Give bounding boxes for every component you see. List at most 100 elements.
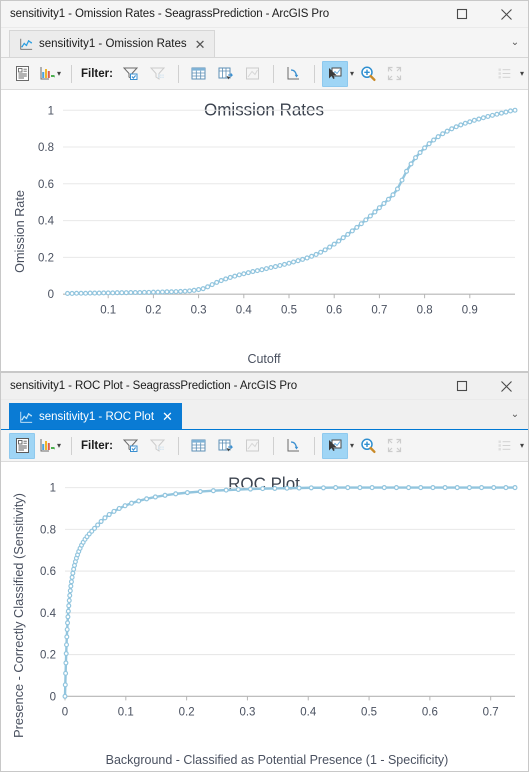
window-title: sensitivity1 - ROC Plot - SeagrassPredic… bbox=[10, 380, 298, 392]
tab-roc-plot[interactable]: sensitivity1 - ROC Plot ✕ bbox=[9, 403, 182, 429]
toolbar-separator bbox=[177, 436, 179, 455]
titlebar-roc: sensitivity1 - ROC Plot - SeagrassPredic… bbox=[1, 373, 528, 400]
zoom-to-selection-button[interactable] bbox=[240, 433, 266, 459]
window-controls bbox=[440, 1, 528, 27]
tab-omission-rates[interactable]: sensitivity1 - Omission Rates ✕ bbox=[9, 30, 215, 57]
toolbar-separator bbox=[71, 436, 73, 455]
svg-text:0: 0 bbox=[50, 690, 57, 703]
svg-text:0.4: 0.4 bbox=[300, 706, 317, 719]
sort-button[interactable] bbox=[281, 433, 307, 459]
omission-series-line bbox=[66, 109, 517, 295]
svg-text:0.6: 0.6 bbox=[326, 304, 342, 316]
select-related-button[interactable] bbox=[213, 433, 239, 459]
toolbar-separator bbox=[272, 64, 274, 83]
legend-button[interactable] bbox=[492, 61, 518, 87]
tab-close-icon[interactable]: ✕ bbox=[162, 410, 173, 423]
filter-selection-button[interactable] bbox=[118, 433, 144, 459]
tab-label: sensitivity1 - Omission Rates bbox=[39, 38, 187, 50]
maximize-button[interactable] bbox=[440, 1, 484, 27]
tabstrip-roc: sensitivity1 - ROC Plot ✕ ⌄ bbox=[1, 400, 528, 430]
svg-text:0.9: 0.9 bbox=[462, 304, 478, 316]
svg-text:0.2: 0.2 bbox=[38, 252, 54, 264]
x-tick-labels: 0.1 0.2 0.3 0.4 0.5 0.6 0.7 0.8 0.9 bbox=[100, 304, 478, 316]
chevron-down-icon[interactable]: ▾ bbox=[520, 69, 524, 78]
select-related-button[interactable] bbox=[213, 61, 239, 87]
properties-button[interactable] bbox=[9, 432, 35, 459]
svg-text:0.2: 0.2 bbox=[40, 649, 56, 662]
open-table-button[interactable] bbox=[186, 61, 212, 87]
filter-selection-button[interactable] bbox=[118, 61, 144, 87]
chart-line-icon bbox=[20, 411, 33, 423]
svg-text:0: 0 bbox=[48, 289, 54, 301]
svg-text:0.3: 0.3 bbox=[239, 706, 255, 719]
filter-label: Filter: bbox=[81, 439, 113, 452]
zoom-to-selection-button[interactable] bbox=[240, 61, 266, 87]
svg-text:0.5: 0.5 bbox=[281, 304, 297, 316]
window-controls bbox=[440, 373, 528, 399]
y-axis-title: Presence - Correctly Classified (Sensiti… bbox=[12, 493, 26, 738]
svg-text:0.6: 0.6 bbox=[40, 565, 56, 578]
svg-text:0.7: 0.7 bbox=[371, 304, 387, 316]
toolbar-separator bbox=[177, 64, 179, 83]
chevron-down-icon[interactable]: ▾ bbox=[57, 69, 61, 78]
svg-text:0.4: 0.4 bbox=[40, 607, 57, 620]
select-mode-button[interactable] bbox=[321, 432, 348, 459]
window-title: sensitivity1 - Omission Rates - Seagrass… bbox=[10, 8, 330, 20]
chart-line-icon bbox=[20, 38, 33, 50]
y-tick-labels: 0 0.2 0.4 0.6 0.8 1 bbox=[40, 482, 57, 704]
titlebar-omission: sensitivity1 - Omission Rates - Seagrass… bbox=[1, 1, 528, 28]
roc-chart-svg: ROC Plot 00.20.40.60.81 0 0.1 0.2 0.3 0.4 0.5… bbox=[12, 473, 518, 767]
toolbar-separator bbox=[313, 64, 315, 83]
properties-button[interactable] bbox=[9, 61, 35, 87]
x-axis-title: Background - Classified as Potential Pre… bbox=[106, 753, 449, 767]
svg-text:0.5: 0.5 bbox=[361, 706, 377, 719]
close-button[interactable] bbox=[484, 373, 528, 399]
zoom-in-button[interactable] bbox=[355, 433, 381, 459]
full-extent-button[interactable] bbox=[382, 61, 408, 87]
chevron-down-icon[interactable]: ▾ bbox=[57, 441, 61, 450]
window-roc-plot: sensitivity1 - ROC Plot - SeagrassPredic… bbox=[0, 372, 529, 772]
tabstrip-overflow-chevron-icon[interactable]: ⌄ bbox=[502, 400, 528, 429]
maximize-button[interactable] bbox=[440, 373, 484, 399]
filter-extent-button[interactable] bbox=[145, 61, 171, 87]
chart-type-button[interactable]: ▾ bbox=[36, 433, 64, 459]
y-tick-labels: 0 0.2 0.4 0.6 0.8 1 bbox=[38, 105, 55, 301]
toolbar-omission: ▾ Filter: ▾ ▾ bbox=[1, 58, 528, 90]
tab-close-icon[interactable]: ✕ bbox=[195, 38, 206, 51]
zoom-in-button[interactable] bbox=[355, 61, 381, 87]
filter-label: Filter: bbox=[81, 67, 113, 80]
x-axis-title: Cutoff bbox=[247, 352, 281, 366]
svg-text:0.7: 0.7 bbox=[483, 706, 499, 719]
close-button[interactable] bbox=[484, 1, 528, 27]
svg-text:0.4: 0.4 bbox=[38, 216, 55, 228]
toolbar-roc: ▾ Filter: ▾ ▾ bbox=[1, 430, 528, 462]
full-extent-button[interactable] bbox=[382, 433, 408, 459]
svg-text:0.3: 0.3 bbox=[191, 304, 207, 316]
legend-button[interactable] bbox=[492, 433, 518, 459]
chart-type-button[interactable]: ▾ bbox=[36, 61, 64, 87]
roc-series-line bbox=[63, 486, 517, 698]
y-axis-title: Omission Rate bbox=[13, 190, 27, 273]
filter-extent-button[interactable] bbox=[145, 433, 171, 459]
tabstrip-overflow-chevron-icon[interactable]: ⌄ bbox=[502, 28, 528, 57]
svg-text:0: 0 bbox=[62, 706, 69, 719]
roc-series-markers bbox=[62, 485, 518, 699]
chevron-down-icon[interactable]: ▾ bbox=[520, 441, 524, 450]
x-tick-labels: 0 0.1 0.2 0.3 0.4 0.5 0.6 0.7 bbox=[62, 706, 499, 719]
chart-omission-rates[interactable]: Omission Rates 0 0.2 0.4 0.6 0.8 1 0.1 0.2 0.3 0… bbox=[1, 90, 528, 371]
chart-roc-plot[interactable]: ROC Plot 0 0.2 0.4 0.6 0.8 1 0 0.1 0.2 0.3 0.4 0.5… bbox=[1, 462, 528, 771]
tab-label: sensitivity1 - ROC Plot bbox=[39, 410, 155, 423]
select-mode-button[interactable] bbox=[321, 60, 348, 87]
chevron-down-icon[interactable]: ▾ bbox=[350, 69, 354, 78]
svg-text:0.4: 0.4 bbox=[236, 304, 253, 316]
svg-text:0.6: 0.6 bbox=[422, 706, 438, 719]
open-table-button[interactable] bbox=[186, 433, 212, 459]
svg-text:0.1: 0.1 bbox=[118, 706, 134, 719]
sort-button[interactable] bbox=[281, 61, 307, 87]
svg-text:0.2: 0.2 bbox=[145, 304, 161, 316]
chevron-down-icon[interactable]: ▾ bbox=[350, 441, 354, 450]
svg-text:0.6: 0.6 bbox=[38, 179, 54, 191]
svg-text:0.8: 0.8 bbox=[38, 142, 54, 154]
window-omission-rates: sensitivity1 - Omission Rates - Seagrass… bbox=[0, 0, 529, 372]
gridlines bbox=[63, 109, 515, 299]
